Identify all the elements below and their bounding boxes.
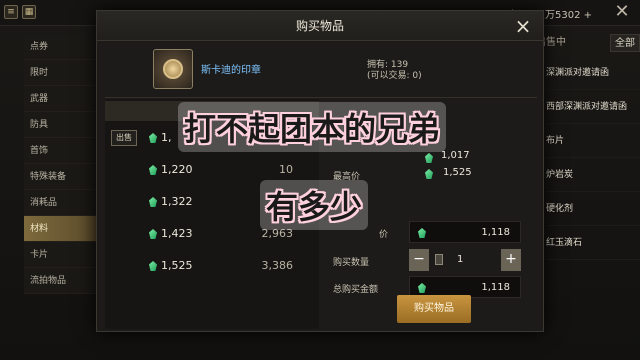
category-item[interactable]: 首饰: [24, 138, 100, 164]
category-item[interactable]: 特殊装备: [24, 164, 100, 190]
quantity-label: 购买数量: [333, 258, 370, 268]
list-item[interactable]: 西部深渊派对邀请函: [546, 90, 640, 124]
category-item[interactable]: 流拍物品: [24, 268, 100, 294]
sell-button[interactable]: 出售: [111, 130, 137, 146]
gem-icon: [149, 261, 157, 271]
category-sidebar: 点券 限时 武器 防具 首饰 特殊装备 消耗品 材料 卡片 流拍物品: [24, 34, 100, 294]
purchase-dialog: 购买物品 × 斯卡迪的印章 拥有: 139 (可以交易: 0) 出售 1, 1,…: [96, 10, 544, 332]
unit-price-label: 价: [379, 230, 389, 240]
listing-price: 1,: [161, 131, 172, 144]
total-value: 1,118: [481, 282, 510, 293]
list-item[interactable]: 红玉滴石: [546, 226, 640, 260]
unit-price-field: 1,118: [409, 221, 521, 243]
category-item[interactable]: 卡片: [24, 242, 100, 268]
shop-close-icon[interactable]: ✕: [610, 2, 634, 24]
divider: [105, 97, 537, 98]
gem-icon: [149, 229, 157, 239]
category-item[interactable]: 点券: [24, 34, 100, 60]
category-item[interactable]: 消耗品: [24, 190, 100, 216]
inventory-icon[interactable]: ▦: [22, 5, 36, 19]
selling-list: 深渊派对邀请函 西部深渊派对邀请函 布片 炉岩炭 硬化剂 红玉滴石: [546, 56, 640, 260]
max-price-value: 1,525: [443, 167, 472, 178]
listing-price: 1,322: [161, 195, 193, 208]
tradable-count: (可以交易: 0): [367, 71, 422, 81]
list-item[interactable]: 深渊派对邀请函: [546, 56, 640, 90]
listing-row[interactable]: 1,525 3,386: [105, 251, 319, 283]
listing-price: 1,220: [161, 163, 193, 176]
gem-icon: [418, 228, 426, 238]
list-item[interactable]: 硬化剂: [546, 192, 640, 226]
quantity-stepper: − 1 +: [409, 249, 521, 271]
all-filter-button[interactable]: 全部: [610, 34, 640, 52]
dialog-title: 购买物品: [295, 19, 344, 33]
category-item[interactable]: 武器: [24, 86, 100, 112]
category-item[interactable]: 限时: [24, 60, 100, 86]
gem-icon: [149, 133, 157, 143]
total-label: 总购买金额: [333, 285, 379, 295]
listing-price: 1,423: [161, 227, 193, 240]
item-name: 斯卡迪的印章: [201, 65, 261, 76]
listing-qty: 3,386: [261, 259, 294, 272]
listing-price: 1,525: [161, 259, 193, 272]
listing-qty: 10: [279, 163, 293, 176]
plus-button[interactable]: +: [501, 249, 521, 271]
caption-line-1: 打不起团本的兄弟: [178, 102, 447, 152]
item-seal-icon: [153, 49, 193, 89]
unit-price-value: 1,118: [481, 227, 510, 238]
top-icons: ≡ ▦: [4, 5, 36, 19]
list-item[interactable]: 布片: [546, 124, 640, 158]
category-item[interactable]: 防具: [24, 112, 100, 138]
minus-button[interactable]: −: [409, 249, 429, 271]
menu-icon[interactable]: ≡: [4, 5, 18, 19]
quantity-value[interactable]: 1: [457, 254, 463, 265]
gem-icon: [425, 169, 433, 179]
category-item-selected[interactable]: 材料: [24, 216, 100, 242]
buy-button[interactable]: 购买物品: [397, 295, 471, 323]
list-item[interactable]: 炉岩炭: [546, 158, 640, 192]
caption-line-2: 有多少: [260, 180, 369, 230]
dialog-header: 购买物品 ×: [97, 11, 543, 41]
gem-icon: [418, 283, 426, 293]
calculator-icon[interactable]: [435, 254, 443, 265]
partial-price-value: 1,017: [441, 150, 470, 161]
close-icon[interactable]: ×: [511, 14, 535, 38]
gem-icon: [149, 165, 157, 175]
gem-icon: [149, 197, 157, 207]
gem-icon: [425, 153, 433, 163]
